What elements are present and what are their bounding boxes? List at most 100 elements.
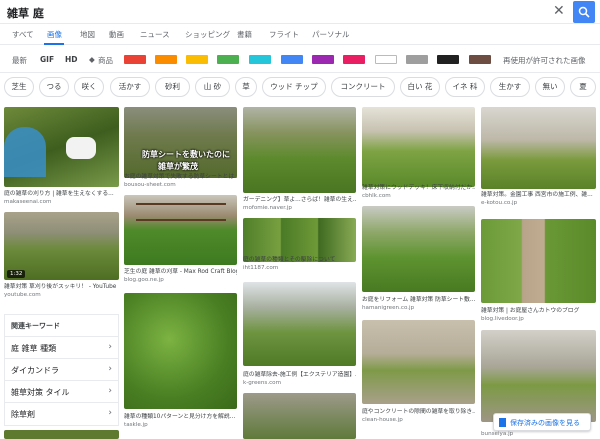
result-source: bousou-sheet.com — [124, 182, 176, 188]
image-overlay-text: 雑草が繁茂 — [158, 162, 198, 171]
tool-product[interactable]: 商品 — [98, 55, 113, 66]
tool-reuse[interactable]: 再使用が許可された画像 — [503, 55, 586, 66]
color-swatch-red[interactable] — [124, 55, 146, 64]
color-swatch-black[interactable] — [437, 55, 459, 64]
result-caption[interactable]: 庭の雑草除去-施工例【エクステリア造園】... — [243, 371, 356, 379]
tab-maps[interactable]: 地図 — [80, 29, 95, 40]
result-caption[interactable]: 庭やコンクリートの隙間の雑草を取り除き... — [362, 408, 475, 416]
chevron-right-icon: › — [108, 408, 112, 418]
keyword-label: 除草剤 — [11, 410, 35, 419]
bookmark-icon — [499, 418, 506, 427]
keyword-item[interactable]: 庭 雑草 種類 › — [5, 336, 118, 357]
result-image-1[interactable] — [4, 107, 119, 187]
tab-videos[interactable]: 動画 — [109, 29, 124, 40]
chip[interactable]: 夏 — [570, 77, 596, 97]
chip[interactable]: 草 — [235, 77, 257, 97]
keyword-item[interactable]: 除草剤 › — [5, 402, 118, 423]
color-swatch-white[interactable] — [375, 55, 397, 64]
result-source: youtube.com — [4, 292, 41, 298]
result-caption[interactable]: 庭の雑草の種類とその駆除について — [243, 256, 356, 264]
color-swatch-yellow[interactable] — [186, 55, 208, 64]
tab-personal[interactable]: パーソナル — [312, 29, 350, 40]
tab-books[interactable]: 書籍 — [237, 29, 252, 40]
color-swatch-gray[interactable] — [406, 55, 428, 64]
result-image-5[interactable] — [481, 107, 596, 189]
color-swatch-brown[interactable] — [469, 55, 491, 64]
result-caption[interactable]: お庭をリフォーム 雑草対策 防草シート敷... — [362, 296, 475, 304]
search-bar: 雑草 庭 ✕ — [0, 0, 600, 24]
tab-shopping[interactable]: ショッピング — [185, 29, 230, 40]
result-caption[interactable]: 雑草対策にウッドデッキ！床下収納付だか... — [362, 184, 475, 192]
result-video-6[interactable]: 1:32 — [4, 212, 119, 280]
keyword-label: 雑草対策 タイル — [11, 388, 70, 397]
result-image-partial[interactable] — [4, 430, 119, 439]
result-caption[interactable]: ガーデニング】草よ...さらば！雑草の生え... — [243, 196, 356, 204]
color-swatch-blue[interactable] — [281, 55, 303, 64]
chip[interactable]: 活かす — [110, 77, 150, 97]
tool-hd[interactable]: HD — [65, 55, 78, 64]
result-image-3[interactable] — [243, 107, 356, 193]
result-image-4[interactable] — [362, 107, 475, 187]
color-swatch-pink[interactable] — [343, 55, 365, 64]
result-image-14[interactable] — [481, 330, 596, 422]
search-button[interactable] — [573, 1, 595, 23]
result-caption[interactable]: 雑草対策。金園工事 西宮市の施工例、雑... — [481, 191, 596, 199]
result-caption[interactable]: 庭の雑草の刈り方 | 雑草を生えなくする... — [4, 190, 119, 198]
result-source: makaseenai.com — [4, 199, 52, 205]
result-image-9[interactable] — [362, 206, 475, 292]
result-image-2[interactable]: 防草シートを敷いたのに 雑草が繁茂 — [124, 107, 237, 178]
tab-flights[interactable]: フライト — [269, 29, 299, 40]
chip[interactable]: 砂利 — [155, 77, 190, 97]
chip[interactable]: 山 砂 — [195, 77, 230, 97]
color-swatch-orange[interactable] — [155, 55, 177, 64]
color-swatch-green[interactable] — [217, 55, 239, 64]
result-source: mofomie.naver.jp — [243, 205, 292, 211]
blue-bucket — [4, 127, 46, 177]
result-caption[interactable]: お庭の雑草対策で失敗する防草シートとは... — [124, 173, 237, 181]
glove — [66, 137, 96, 159]
result-caption[interactable]: 雑草対策 草刈り後がスッキリ！ - YouTube — [4, 283, 119, 291]
result-image-11[interactable] — [243, 282, 356, 366]
active-tab-indicator — [44, 43, 64, 45]
result-source: iht1187.com — [243, 265, 279, 271]
clear-icon[interactable]: ✕ — [553, 3, 565, 19]
result-source: hamanigreen.co.jp — [362, 305, 415, 311]
result-caption[interactable]: 雑草の種類10パターンと見分け方を解説... — [124, 413, 237, 421]
chevron-right-icon: › — [108, 342, 112, 352]
chip[interactable]: 生かす — [490, 77, 530, 97]
color-swatch-purple[interactable] — [312, 55, 334, 64]
result-source: clean-house.jp — [362, 417, 403, 423]
search-input[interactable]: 雑草 庭 — [7, 5, 44, 21]
tab-news[interactable]: ニュース — [140, 29, 170, 40]
tab-images[interactable]: 画像 — [47, 29, 62, 40]
result-image-12[interactable] — [124, 293, 237, 409]
color-swatch-teal[interactable] — [249, 55, 271, 64]
keyword-item[interactable]: ダイカンドラ › — [5, 358, 118, 379]
chevron-right-icon: › — [108, 386, 112, 396]
search-icon — [578, 6, 590, 18]
tool-recent[interactable]: 最新 — [12, 55, 27, 66]
result-image-13[interactable] — [362, 320, 475, 404]
chip[interactable]: 無い — [535, 77, 565, 97]
result-source: blog.livedoor.jp — [481, 316, 524, 322]
tab-all[interactable]: すべて — [12, 29, 34, 40]
chip[interactable]: イネ 科 — [445, 77, 485, 97]
chip[interactable]: 咲く — [74, 77, 104, 97]
result-source: e-kotou.co.jp — [481, 200, 518, 206]
keyword-item[interactable]: 雑草対策 タイル › — [5, 380, 118, 401]
chip[interactable]: つる — [39, 77, 69, 97]
video-duration: 1:32 — [7, 270, 26, 278]
result-image-partial[interactable] — [243, 393, 356, 439]
tool-gif[interactable]: GIF — [40, 55, 54, 64]
saved-images-button[interactable]: 保存済みの画像を見る — [493, 413, 591, 431]
related-chips: 芝生 つる 咲く 活かす 砂利 山 砂 草 ウッド チップ コンクリート 白い … — [0, 75, 600, 101]
result-caption[interactable]: 芝生の庭 雑草の刈草 - Max Rod Craft Blog — [124, 268, 237, 276]
result-image-10[interactable] — [481, 219, 596, 303]
image-overlay-text: 防草シートを敷いたのに — [142, 150, 230, 159]
result-caption[interactable]: 雑草対策 | お庭屋さんカトウのブログ — [481, 307, 596, 315]
chip[interactable]: 芝生 — [4, 77, 34, 97]
result-image-7[interactable] — [124, 195, 237, 265]
chip[interactable]: コンクリート — [331, 77, 395, 97]
chip[interactable]: 白い 花 — [400, 77, 440, 97]
chip[interactable]: ウッド チップ — [262, 77, 326, 97]
